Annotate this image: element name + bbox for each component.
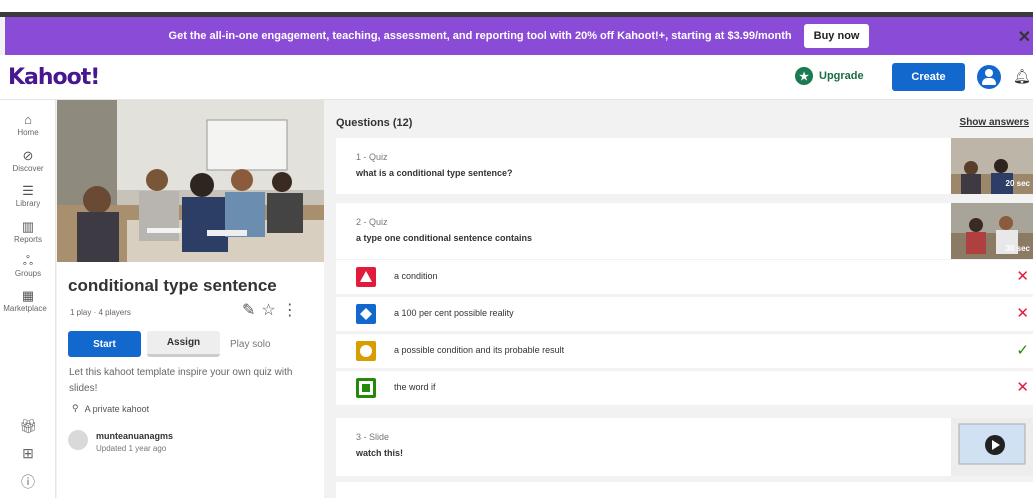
sidebar-item-label: Marketplace: [3, 304, 47, 313]
question-text: what is a conditional type sentence?: [356, 168, 513, 178]
promo-banner-text: Get the all-in-one engagement, teaching,…: [168, 30, 792, 42]
sidebar-item-label: Home: [17, 128, 39, 137]
answer-option: a condition ✕: [336, 260, 1033, 294]
store-icon: ▦: [21, 288, 35, 303]
sidebar-item-reports[interactable]: ▥ Reports: [0, 219, 56, 244]
person-icon: ⚲: [72, 403, 79, 413]
slide-thumbnail: [951, 418, 1033, 476]
sidebar-item-groups[interactable]: ஃ Groups: [0, 253, 56, 278]
question-card[interactable]: [336, 482, 1033, 498]
answer-text: a possible condition and its probable re…: [394, 345, 565, 355]
answer-option: the word if ✕: [336, 371, 1033, 405]
help-icon[interactable]: ⓘ: [0, 472, 56, 492]
sidebar-item-discover[interactable]: ⊘ Discover: [0, 148, 56, 173]
updated-time: Updated 1 year ago: [96, 444, 167, 453]
question-card[interactable]: 3 - Slide watch this!: [336, 418, 1033, 476]
sidebar-item-marketplace[interactable]: ▦ Marketplace: [0, 288, 56, 313]
correct-check-icon: ✓: [1016, 342, 1029, 359]
home-icon: ⌂: [24, 112, 32, 127]
kahoot-details-panel: conditional type sentence 1 play · 4 pla…: [57, 100, 324, 498]
creator-name[interactable]: munteanuanagms: [96, 431, 173, 441]
answer-option: a possible condition and its probable re…: [336, 334, 1033, 368]
apps-grid-icon[interactable]: ⊞: [0, 445, 56, 462]
answer-text: a 100 per cent possible reality: [394, 308, 514, 318]
favorite-star-icon[interactable]: ☆: [261, 300, 275, 320]
diamond-icon: [356, 304, 376, 324]
gift-icon[interactable]: 🎁︎: [0, 418, 56, 435]
sidebar-item-label: Groups: [14, 269, 42, 278]
bell-icon[interactable]: 🔔︎: [1013, 68, 1031, 85]
square-icon: [356, 378, 376, 398]
question-type: 1 - Quiz: [356, 152, 388, 162]
assign-button[interactable]: Assign: [147, 331, 220, 357]
upgrade-label: Upgrade: [819, 70, 864, 82]
sidebar: ⌂ Home ⊘ Discover ☰ Library ▥ Reports ஃ …: [0, 100, 56, 498]
question-type: 2 - Quiz: [356, 217, 388, 227]
sidebar-item-label: Reports: [13, 235, 42, 244]
create-button[interactable]: Create: [892, 63, 965, 91]
profile-avatar-icon[interactable]: [977, 65, 1001, 89]
question-text: a type one conditional sentence contains: [356, 233, 533, 243]
creator-avatar[interactable]: [68, 430, 88, 450]
visibility-info: ⚲ A private kahoot: [72, 403, 149, 414]
visibility-label: A private kahoot: [84, 403, 150, 414]
groups-icon: ஃ: [22, 253, 34, 268]
triangle-icon: [356, 267, 376, 287]
buy-now-button[interactable]: Buy now: [803, 24, 870, 48]
sidebar-item-label: Discover: [12, 164, 44, 173]
question-type: 3 - Slide: [356, 432, 390, 442]
star-icon: ★: [795, 67, 813, 85]
sidebar-item-home[interactable]: ⌂ Home: [0, 112, 56, 137]
browser-top-strip: [0, 0, 1033, 17]
time-badge: 20 sec: [1005, 179, 1030, 188]
answer-text: a condition: [394, 271, 438, 281]
start-button[interactable]: Start: [68, 331, 141, 357]
bar-chart-icon: ▥: [21, 219, 35, 234]
sidebar-item-library[interactable]: ☰ Library: [0, 183, 56, 208]
cover-image: [57, 100, 324, 262]
kahoot-tools: ✎ ☆ ⋮: [242, 300, 298, 320]
edit-pencil-icon[interactable]: ✎: [242, 300, 255, 320]
kahoot-title: conditional type sentence: [68, 276, 277, 295]
play-count: 1 play · 4 players: [70, 308, 131, 317]
questions-header: Questions (12): [336, 117, 413, 129]
incorrect-x-icon: ✕: [1016, 268, 1029, 285]
question-card[interactable]: 2 - Quiz a type one conditional sentence…: [336, 203, 1033, 259]
app-header: Kahoot! ★ Upgrade Create 🔔︎: [0, 55, 1033, 100]
more-options-icon[interactable]: ⋮: [282, 300, 298, 320]
question-thumbnail: 30 sec: [951, 203, 1033, 259]
circle-icon: [356, 341, 376, 361]
upgrade-button[interactable]: ★ Upgrade: [795, 67, 864, 85]
kahoot-logo[interactable]: Kahoot!: [8, 65, 100, 90]
question-text: watch this!: [356, 448, 404, 458]
show-answers-button[interactable]: Show answers: [960, 117, 1029, 128]
list-icon: ☰: [22, 183, 34, 198]
kahoot-description: Let this kahoot template inspire your ow…: [69, 367, 293, 394]
time-badge: 30 sec: [1005, 244, 1030, 253]
incorrect-x-icon: ✕: [1016, 305, 1029, 322]
answer-option: a 100 per cent possible reality ✕: [336, 297, 1033, 331]
questions-panel: Questions (12) Show answers 1 - Quiz wha…: [325, 100, 1033, 498]
question-thumbnail: 20 sec: [951, 138, 1033, 194]
play-solo-link[interactable]: Play solo: [230, 339, 271, 350]
incorrect-x-icon: ✕: [1016, 379, 1029, 396]
sidebar-item-label: Library: [15, 199, 41, 208]
answer-text: the word if: [394, 382, 436, 392]
close-icon[interactable]: ✕: [1018, 27, 1031, 47]
promo-banner: Get the all-in-one engagement, teaching,…: [5, 17, 1033, 55]
question-card[interactable]: 1 - Quiz what is a conditional type sent…: [336, 138, 1033, 194]
compass-icon: ⊘: [22, 148, 34, 163]
